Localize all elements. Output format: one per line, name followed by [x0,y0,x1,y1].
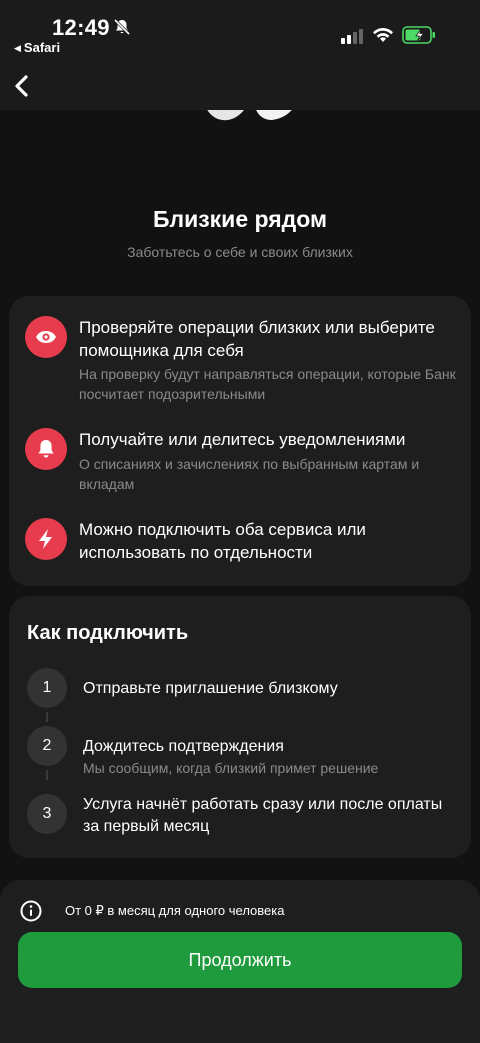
lightning-icon [25,518,67,560]
step-connector [46,712,48,722]
hero-illustration [207,110,292,121]
how-to-card: Как подключить 1 Отправьте приглашение б… [9,596,471,858]
step-number: 2 [27,726,67,766]
status-bar: 12:49 ◀ Safari [0,0,480,60]
continue-button[interactable]: Продолжить [18,932,462,988]
info-icon[interactable] [20,900,42,922]
back-chevron-icon[interactable] [12,74,32,98]
nav-bar [0,60,480,110]
feature-title: Получайте или делитесь уведомлениями [79,430,406,449]
bottom-sheet: От 0 ₽ в месяц для одного человека Продо… [0,880,480,1043]
page-title: Близкие рядом [152,206,328,232]
eye-icon [25,316,67,358]
feature-description: На проверку будут направляться операции,… [79,366,456,402]
features-card: Проверяйте операции близких или выберите… [9,296,471,586]
back-to-safari-link[interactable]: ◀ Safari [14,40,60,55]
how-to-title: Как подключить [27,622,189,644]
price-text: От 0 ₽ в месяц для одного человека [65,903,285,918]
wifi-icon [373,27,393,42]
bell-icon [25,428,67,470]
bell-off-icon [113,18,131,36]
feature-title: Можно подключить оба сервиса или использ… [79,520,366,562]
price-row: От 0 ₽ в месяц для одного человека [20,900,284,922]
step-description: Мы сообщим, когда близкий примет решение [83,760,379,776]
back-app-label: Safari [23,40,61,55]
step-number: 1 [27,668,67,708]
page-subtitle: Заботьтесь о себе и своих близких [127,244,353,260]
step-number: 3 [27,794,67,834]
step-connector [46,770,48,780]
feature-title: Проверяйте операции близких или выберите… [79,318,435,360]
step-title: Услуга начнёт работать сразу или после о… [83,796,443,835]
step-title: Дождитесь подтверждения [83,738,284,755]
signal-icon [341,29,363,44]
feature-description: О списаниях и зачислениях по выбранным к… [79,456,420,492]
status-time: 12:49 [52,15,110,40]
main-content: Близкие рядом Заботьтесь о себе и своих … [0,110,480,1043]
step-title: Отправьте приглашение близкому [83,680,338,697]
battery-charging-icon [402,26,435,44]
